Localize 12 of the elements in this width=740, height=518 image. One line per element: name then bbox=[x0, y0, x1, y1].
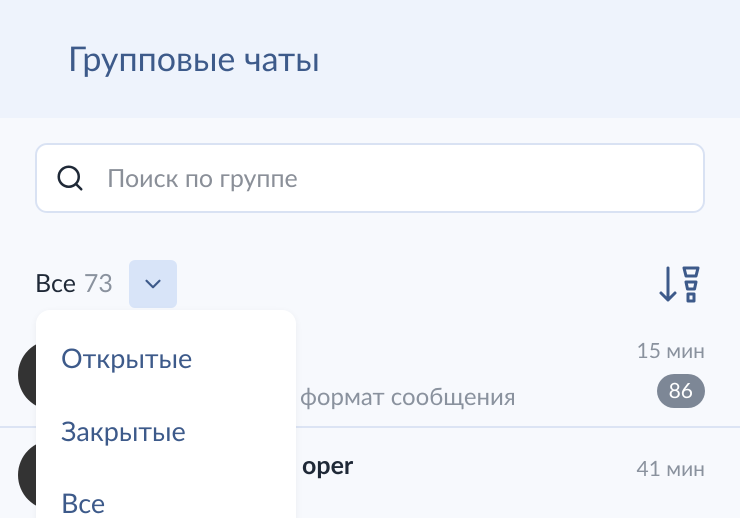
filter-label: Все bbox=[35, 267, 76, 300]
search-field[interactable]: Поиск по группе bbox=[35, 143, 705, 213]
filter-count: 73 bbox=[84, 267, 113, 300]
dropdown-option[interactable]: Все bbox=[36, 467, 296, 518]
dropdown-toggle[interactable] bbox=[128, 260, 177, 308]
chat-time: 41 мин bbox=[636, 455, 705, 483]
page-title: Групповые чаты bbox=[68, 42, 320, 76]
unread-badge: 86 bbox=[656, 374, 705, 408]
message-preview: формат сообщения bbox=[300, 382, 517, 412]
chat-time: 15 мин bbox=[636, 337, 705, 365]
chat-name: oper bbox=[301, 450, 354, 480]
search-icon bbox=[55, 163, 85, 193]
